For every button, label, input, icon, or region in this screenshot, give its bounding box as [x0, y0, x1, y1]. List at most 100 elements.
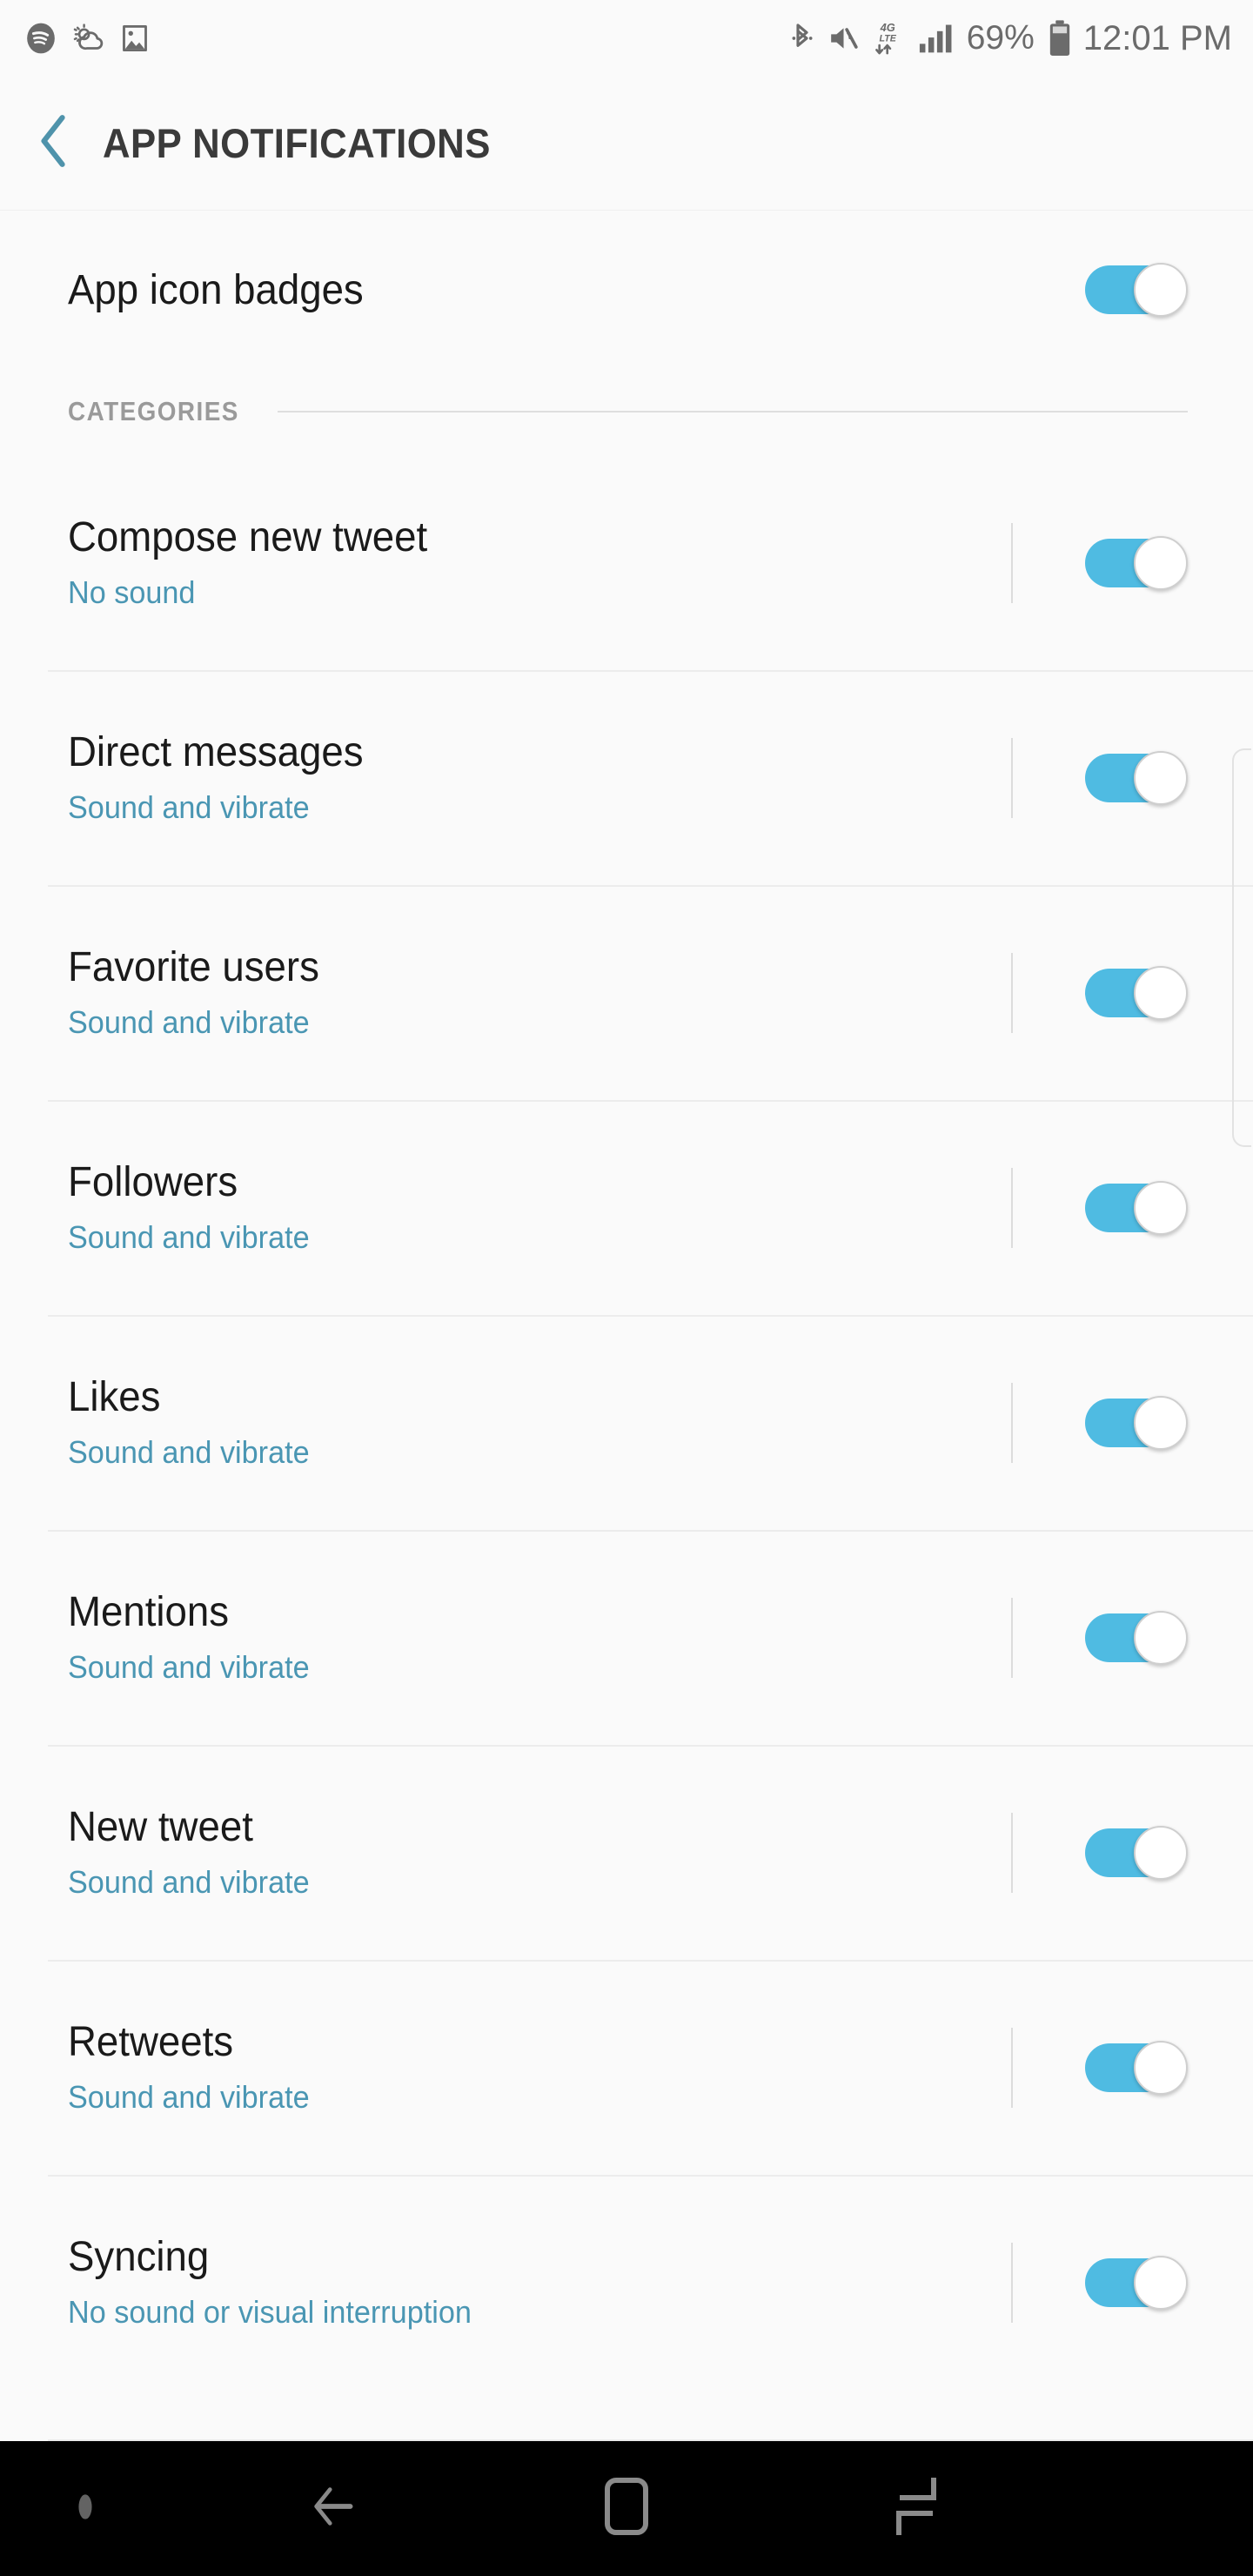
- row-separator: [1011, 737, 1013, 818]
- recents-icon: [888, 2475, 945, 2542]
- svg-text:LTE: LTE: [879, 34, 896, 44]
- settings-content: App icon badges CATEGORIES Compose new t…: [0, 211, 1253, 2441]
- toggle-thumb: [1134, 965, 1188, 1020]
- row-subtitle: Sound and vibrate: [68, 1433, 310, 1470]
- toggle-thumb: [1134, 1180, 1188, 1235]
- toggle-category[interactable]: [1085, 1825, 1188, 1880]
- row-separator: [1011, 1812, 1013, 1893]
- back-button[interactable]: [0, 77, 96, 211]
- battery-percent-label: 69%: [966, 19, 1035, 57]
- row-subtitle: No sound or visual interruption: [68, 2293, 472, 2330]
- row-subtitle: Sound and vibrate: [68, 788, 310, 825]
- toggle-thumb: [1134, 1825, 1188, 1880]
- toggle-category[interactable]: [1085, 965, 1188, 1020]
- toggle-category[interactable]: [1085, 1180, 1188, 1235]
- volume-mute-icon: [827, 22, 860, 55]
- table-row[interactable]: Direct messages Sound and vibrate: [0, 670, 1253, 885]
- toggle-category[interactable]: [1085, 2040, 1188, 2095]
- section-title-label: CATEGORIES: [68, 396, 239, 426]
- status-bar-right-icons: 4G LTE 69% 12:01 PM: [789, 19, 1232, 58]
- status-bar: 4G LTE 69% 12:01 PM: [0, 0, 1253, 77]
- toggle-category[interactable]: [1085, 2255, 1188, 2310]
- row-title: Syncing: [68, 2234, 210, 2281]
- row-title: Retweets: [68, 2019, 234, 2066]
- toggle-thumb: [1134, 2040, 1188, 2095]
- status-bar-left-icons: [24, 22, 150, 55]
- row-text-group: Retweets Sound and vibrate: [68, 2019, 1011, 2115]
- toggle-thumb: [1134, 1395, 1188, 1450]
- row-separator: [1011, 1597, 1013, 1678]
- toggle-category[interactable]: [1085, 750, 1188, 805]
- row-text-group: Syncing No sound or visual interruption: [68, 2234, 1011, 2330]
- row-text-group: Followers Sound and vibrate: [68, 1159, 1011, 1254]
- nav-back-button[interactable]: [191, 2441, 481, 2576]
- 4g-lte-data-icon: 4G LTE: [871, 20, 906, 57]
- row-subtitle: Sound and vibrate: [68, 1003, 310, 1040]
- home-icon: [600, 2475, 653, 2542]
- category-list: Compose new tweet No sound Direct messag…: [0, 455, 1253, 2390]
- row-title: Favorite users: [68, 944, 319, 991]
- row-subtitle: Sound and vibrate: [68, 1863, 310, 1900]
- toggle-category[interactable]: [1085, 1395, 1188, 1450]
- row-text-group: Favorite users Sound and vibrate: [68, 944, 1011, 1040]
- table-row[interactable]: Favorite users Sound and vibrate: [0, 885, 1253, 1100]
- toggle-thumb: [1134, 2255, 1188, 2310]
- toggle-category[interactable]: [1085, 1610, 1188, 1665]
- row-text-group: Compose new tweet No sound: [68, 514, 1011, 610]
- image-icon: [120, 22, 150, 55]
- row-separator: [1011, 2242, 1013, 2323]
- svg-text:4G: 4G: [879, 21, 895, 34]
- weather-partly-cloudy-icon: [71, 22, 106, 55]
- row-subtitle: No sound: [68, 574, 196, 610]
- row-title: Mentions: [68, 1589, 230, 1636]
- page-title: APP NOTIFICATIONS: [103, 120, 491, 166]
- back-arrow-icon: [306, 2476, 367, 2541]
- setting-row-app-icon-badges[interactable]: App icon badges: [0, 211, 1253, 368]
- row-text-group: Likes Sound and vibrate: [68, 1374, 1011, 1470]
- nav-home-button[interactable]: [481, 2441, 771, 2576]
- row-separator: [1011, 2027, 1013, 2108]
- row-text-group: Mentions Sound and vibrate: [68, 1589, 1011, 1685]
- toggle-category[interactable]: [1085, 535, 1188, 590]
- clock-label: 12:01 PM: [1082, 18, 1232, 57]
- toggle-app-icon-badges[interactable]: [1085, 263, 1188, 317]
- table-row[interactable]: Compose new tweet No sound: [0, 455, 1253, 670]
- row-text-group: New tweet Sound and vibrate: [68, 1804, 1011, 1900]
- nav-recents-button[interactable]: [772, 2441, 1062, 2576]
- section-divider: [277, 411, 1188, 413]
- row-separator: [1011, 522, 1013, 603]
- table-row[interactable]: New tweet Sound and vibrate: [0, 1745, 1253, 1960]
- toggle-thumb: [1134, 535, 1188, 590]
- table-row[interactable]: Retweets Sound and vibrate: [0, 1960, 1253, 2175]
- scrollbar-thumb[interactable]: [1232, 748, 1251, 1147]
- row-title: Direct messages: [68, 729, 364, 776]
- signal-bars-icon: [917, 21, 955, 56]
- phone-screen: 4G LTE 69% 12:01 PM APP NOTIFICATIONS Ap…: [0, 0, 1253, 2576]
- system-navigation-bar: [0, 2441, 1253, 2576]
- row-title: Followers: [68, 1159, 238, 1206]
- toggle-thumb: [1134, 263, 1188, 317]
- row-separator: [1011, 1167, 1013, 1248]
- row-separator: [1011, 952, 1013, 1033]
- row-text-group: Direct messages Sound and vibrate: [68, 729, 1011, 825]
- toggle-thumb: [1134, 1610, 1188, 1665]
- row-separator: [1011, 1382, 1013, 1463]
- spotify-icon: [24, 22, 57, 55]
- table-row[interactable]: Followers Sound and vibrate: [0, 1100, 1253, 1315]
- table-row[interactable]: Likes Sound and vibrate: [0, 1315, 1253, 1530]
- row-title: New tweet: [68, 1804, 253, 1851]
- app-bar: APP NOTIFICATIONS: [0, 77, 1253, 211]
- row-title: Likes: [68, 1374, 161, 1421]
- table-row[interactable]: Mentions Sound and vibrate: [0, 1530, 1253, 1745]
- toggle-thumb: [1134, 750, 1188, 805]
- battery-icon: [1048, 19, 1072, 57]
- row-subtitle: Sound and vibrate: [68, 1648, 310, 1685]
- row-subtitle: Sound and vibrate: [68, 2078, 310, 2115]
- table-row[interactable]: Syncing No sound or visual interruption: [0, 2175, 1253, 2390]
- section-header-categories: CATEGORIES: [0, 368, 1253, 455]
- bluetooth-icon: [789, 21, 815, 56]
- back-chevron-icon: [34, 111, 74, 176]
- row-title: Compose new tweet: [68, 514, 428, 561]
- nav-dot-icon[interactable]: [77, 2492, 94, 2526]
- setting-label-app-icon-badges: App icon badges: [68, 266, 364, 313]
